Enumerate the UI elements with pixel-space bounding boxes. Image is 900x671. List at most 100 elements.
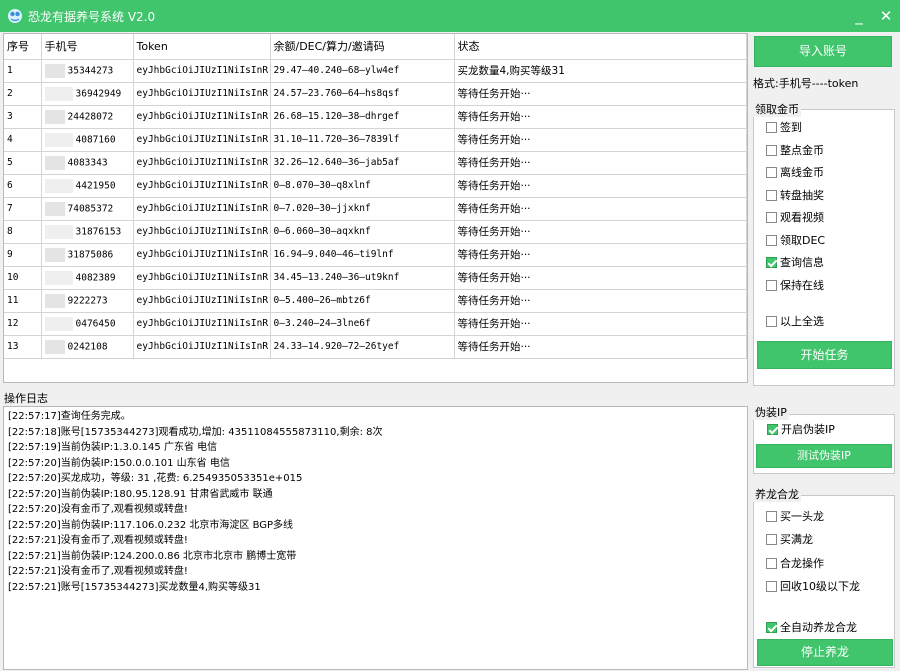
coin-option-checkbox[interactable]: 保持在线: [766, 279, 824, 295]
auto-dragon-checkbox[interactable]: 全自动养龙合龙: [766, 621, 857, 637]
dragon-option-checkbox[interactable]: 买一头龙: [766, 510, 824, 526]
checkbox-icon: [766, 257, 777, 268]
table-row[interactable]: 6 4421950 eyJhbGciOiJIUzI1NiIsInR 0—8.070—3…: [4, 174, 747, 198]
format-hint: 格式:手机号----token: [753, 77, 859, 90]
table-row[interactable]: 1 35344273 eyJhbGciOiJIUzI1NiIsInR 29.47—40…: [4, 59, 747, 83]
cell-index: 7: [4, 197, 42, 221]
account-table[interactable]: 序号 手机号 Token 余额/DEC/算力/邀请码 状态 1 35344273 e…: [3, 33, 748, 383]
log-line: [22:57:20]买龙成功，等级: 31 ,花费: 6.25493505335…: [8, 473, 303, 484]
dragon-option-checkbox[interactable]: 买满龙: [766, 533, 813, 549]
cell-status: 等待任务开始···: [454, 151, 747, 175]
phone-number: 4421950: [75, 180, 116, 191]
checkbox-icon: [766, 534, 777, 545]
table-row[interactable]: 13 0242108 eyJhbGciOiJIUzI1NiIsInR 24.33—14…: [4, 335, 747, 359]
start-task-button[interactable]: 开始任务: [757, 341, 892, 369]
import-accounts-button[interactable]: 导入账号: [754, 36, 892, 67]
cell-balance: 0—7.020—30—jjxknf: [270, 197, 455, 221]
phone-number: 36942949: [75, 88, 122, 99]
table-row[interactable]: 9 31875086 eyJhbGciOiJIUzI1NiIsInR 16.94—9.…: [4, 243, 747, 267]
test-fake-ip-button[interactable]: 测试伪装IP: [756, 444, 892, 468]
table-header-row: 序号 手机号 Token 余额/DEC/算力/邀请码 状态: [4, 34, 747, 60]
table-row[interactable]: 7 74085372 eyJhbGciOiJIUzI1NiIsInR 0—7.020—…: [4, 197, 747, 221]
stop-dragon-button[interactable]: 停止养龙: [757, 639, 893, 666]
log-line: [22:57:20]当前伪装IP:150.0.0.101 山东省 电信: [8, 457, 230, 469]
log-line: [22:57:20]当前伪装IP:117.106.0.232 北京市海淀区 BG…: [8, 519, 294, 531]
cell-phone: 74085372: [41, 197, 134, 221]
cell-phone: 0476450: [41, 312, 134, 336]
table-row[interactable]: 5 4083343 eyJhbGciOiJIUzI1NiIsInR 32.26—12.…: [4, 151, 747, 175]
column-header-index[interactable]: 序号: [4, 34, 42, 60]
coin-option-checkbox[interactable]: 整点金币: [766, 144, 824, 160]
phone-redaction: [44, 109, 65, 124]
cell-index: 13: [4, 335, 42, 359]
coin-option-checkbox[interactable]: 查询信息: [766, 256, 824, 272]
cell-status: 买龙数量4,购买等级31: [454, 59, 747, 83]
table-row[interactable]: 10 4082389 eyJhbGciOiJIUzI1NiIsInR 34.45—13…: [4, 266, 747, 290]
cell-phone: 0242108: [41, 335, 134, 359]
cell-token: eyJhbGciOiJIUzI1NiIsInR: [133, 174, 271, 198]
cell-index: 11: [4, 289, 42, 313]
cell-phone: 24428072: [41, 105, 134, 129]
table-row[interactable]: 11 9222273 eyJhbGciOiJIUzI1NiIsInR 0—5.400—…: [4, 289, 747, 313]
column-header-phone[interactable]: 手机号: [41, 34, 134, 60]
cell-status: 等待任务开始···: [454, 220, 747, 244]
cell-status: 等待任务开始···: [454, 312, 747, 336]
coin-option-checkbox[interactable]: 签到: [766, 121, 802, 137]
cell-balance: 24.33—14.920—72—26tyef: [270, 335, 455, 359]
log-panel[interactable]: [22:57:17]查询任务完成。 [22:57:18]账号[1573534427…: [3, 406, 748, 670]
cell-phone: 31875086: [41, 243, 134, 267]
phone-number: 9222273: [67, 295, 108, 306]
column-header-balance[interactable]: 余额/DEC/算力/邀请码: [270, 34, 455, 60]
log-line: [22:57:20]没有金币了,观看视频或转盘!: [8, 504, 188, 515]
table-row[interactable]: 4 4087160 eyJhbGciOiJIUzI1NiIsInR 31.10—11.…: [4, 128, 747, 152]
cell-token: eyJhbGciOiJIUzI1NiIsInR: [133, 151, 271, 175]
coin-option-checkbox[interactable]: 观看视频: [766, 211, 824, 227]
phone-number: 4087160: [75, 134, 116, 145]
cell-balance: 0—6.060—30—aqxknf: [270, 220, 455, 244]
cell-index: 8: [4, 220, 42, 244]
enable-fake-ip-checkbox[interactable]: 开启伪装IP: [767, 423, 835, 439]
coin-option-checkbox[interactable]: 领取DEC: [766, 234, 825, 250]
phone-redaction: [44, 132, 73, 147]
cell-status: 等待任务开始···: [454, 82, 747, 106]
cell-token: eyJhbGciOiJIUzI1NiIsInR: [133, 105, 271, 129]
table-row[interactable]: 8 31876153 eyJhbGciOiJIUzI1NiIsInR 0—6.060—…: [4, 220, 747, 244]
checkbox-icon: [766, 122, 777, 133]
dragon-group-title: 养龙合龙: [753, 486, 801, 502]
checkbox-icon: [766, 558, 777, 569]
cell-index: 5: [4, 151, 42, 175]
cell-status: 等待任务开始···: [454, 243, 747, 267]
cell-balance: 34.45—13.240—36—ut9knf: [270, 266, 455, 290]
dragon-option-checkbox[interactable]: 合龙操作: [766, 557, 824, 573]
table-row[interactable]: 2 36942949 eyJhbGciOiJIUzI1NiIsInR 24.57—23…: [4, 82, 747, 106]
coin-option-checkbox[interactable]: 转盘抽奖: [766, 189, 824, 205]
table-row[interactable]: 12 0476450 eyJhbGciOiJIUzI1NiIsInR 0—3.240—…: [4, 312, 747, 336]
cell-index: 12: [4, 312, 42, 336]
log-line: [22:57:17]查询任务完成。: [8, 411, 131, 422]
dragon-option-checkbox[interactable]: 回收10级以下龙: [766, 580, 860, 596]
phone-number: 24428072: [67, 111, 114, 122]
cell-status: 等待任务开始···: [454, 105, 747, 129]
log-label: 操作日志: [4, 392, 48, 405]
column-header-token[interactable]: Token: [133, 34, 271, 60]
close-button[interactable]: ✕: [875, 5, 897, 27]
log-line: [22:57:20]当前伪装IP:180.95.128.91 甘肃省武威市 联通: [8, 488, 273, 500]
checkbox-icon: [766, 511, 777, 522]
select-all-checkbox[interactable]: 以上全选: [766, 315, 824, 331]
phone-redaction: [44, 339, 65, 354]
cell-balance: 0—8.070—30—q8xlnf: [270, 174, 455, 198]
coin-option-checkbox[interactable]: 离线金币: [766, 166, 824, 182]
column-header-status[interactable]: 状态: [454, 34, 747, 60]
phone-redaction: [44, 270, 73, 285]
cell-balance: 16.94—9.040—46—ti9lnf: [270, 243, 455, 267]
minimize-button[interactable]: _: [848, 5, 870, 27]
checkbox-icon: [766, 145, 777, 156]
log-line: [22:57:21]账号[15735344273]买龙数量4,购买等级31: [8, 581, 261, 593]
cell-balance: 32.26—12.640—36—jab5af: [270, 151, 455, 175]
table-row[interactable]: 3 24428072 eyJhbGciOiJIUzI1NiIsInR 26.68—15…: [4, 105, 747, 129]
phone-number: 31875086: [67, 249, 114, 260]
phone-number: 0242108: [67, 341, 108, 352]
cell-token: eyJhbGciOiJIUzI1NiIsInR: [133, 335, 271, 359]
log-line: [22:57:21]没有金币了,观看视频或转盘!: [8, 566, 188, 577]
phone-redaction: [44, 178, 73, 193]
